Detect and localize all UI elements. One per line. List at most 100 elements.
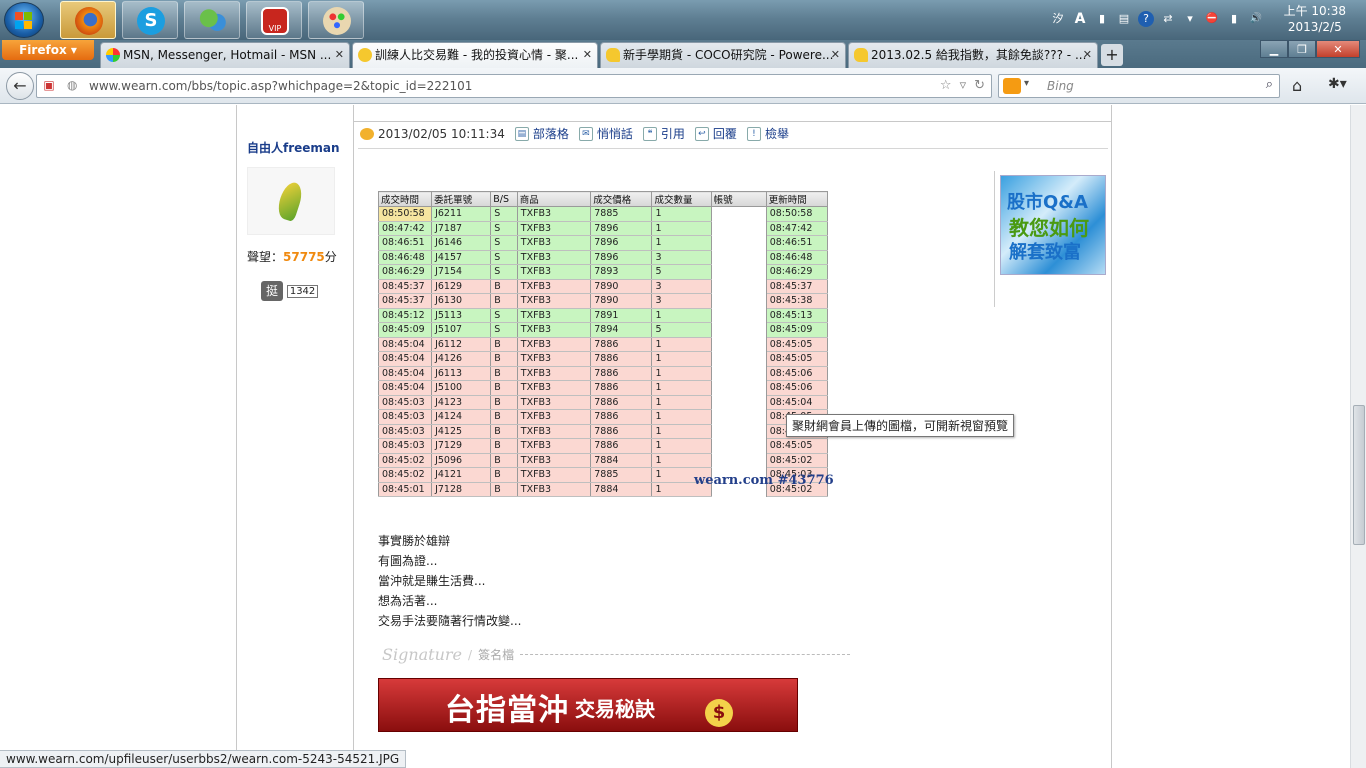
reload-icon[interactable]: ↻ (974, 78, 985, 93)
post-header: 2013/02/05 10:11:34 ▤ 部落格 ✉ 悄悄話 ❝ 引用 ↩ 回覆 ! 檢… (360, 125, 789, 142)
account-cell (710, 308, 767, 323)
minimize-button[interactable]: ▁ (1260, 40, 1288, 58)
blog-link[interactable]: 部落格 (533, 125, 569, 142)
chevron-down-icon[interactable]: ▾ (1182, 11, 1198, 27)
table-cell: J6130 (431, 293, 492, 309)
keyboard-icon[interactable]: ▤ (1116, 11, 1132, 27)
signature-label: 簽名檔 (478, 648, 515, 662)
account-cell (710, 221, 767, 236)
bing-engine-icon[interactable] (1003, 78, 1021, 94)
table-cell: 1 (651, 366, 712, 381)
taskbar-paint[interactable] (308, 1, 364, 39)
table-cell: TXFB3 (516, 351, 592, 367)
close-icon[interactable]: ✕ (1083, 43, 1092, 67)
post-line: 交易手法要隨著行情改變... (378, 614, 522, 628)
table-row: 08:50:58 J6211 S TXFB3 7885 1 08:50:58 (377, 206, 829, 222)
table-cell: B (490, 380, 518, 396)
table-row: 08:45:37 J6130 B TXFB3 7890 3 08:45:38 (377, 293, 829, 309)
bookmark-star-icon[interactable]: ☆ (940, 78, 952, 93)
trade-record-image[interactable]: 成交時間 委託單號 B/S 商品 成交價格 成交數量 帳號 更新時間 08:50… (377, 191, 829, 497)
table-cell: TXFB3 (516, 221, 592, 236)
table-row: 08:46:29 J7154 S TXFB3 7893 5 08:46:29 (377, 264, 829, 280)
search-icon[interactable]: ⌕ (1266, 77, 1273, 92)
table-cell: 08:45:01 (377, 482, 433, 497)
message-icon: ✉ (578, 126, 593, 141)
table-row: 08:45:03 J7129 B TXFB3 7886 1 08:45:05 (377, 438, 829, 454)
signature-slash: / (468, 647, 473, 662)
author-column: 自由人freeman 聲望：57775分 挺 1342 (236, 105, 354, 768)
taskbar-messenger[interactable] (184, 1, 240, 39)
table-cell: TXFB3 (516, 409, 592, 425)
layout-icon[interactable]: ▮ (1094, 11, 1110, 27)
url-text[interactable]: www.wearn.com/bbs/topic.asp?whichpage=2&… (89, 79, 472, 93)
quote-icon: ❝ (642, 126, 657, 141)
volume-icon[interactable]: 🔊 (1248, 11, 1264, 27)
search-box[interactable]: ▾ Bing ⌕ (998, 74, 1280, 98)
vertical-scrollbar[interactable] (1350, 105, 1366, 768)
url-bar[interactable]: ▣ ◍ www.wearn.com/bbs/topic.asp?whichpag… (36, 74, 992, 98)
close-window-button[interactable]: ✕ (1316, 40, 1360, 58)
col-header: B/S (490, 191, 518, 207)
table-cell: 5 (651, 264, 712, 280)
image-watermark: wearn.com #43776 (694, 473, 834, 488)
report-link[interactable]: 檢舉 (765, 125, 789, 142)
font-a-icon[interactable]: A (1072, 11, 1088, 27)
help-icon[interactable]: ? (1138, 11, 1154, 27)
table-cell: TXFB3 (516, 467, 592, 483)
taskbar-vip-app[interactable]: VIP (246, 1, 302, 39)
table-cell: 08:45:37 (377, 293, 433, 309)
tab-msn[interactable]: MSN, Messenger, Hotmail - MSN ... ✕ (100, 42, 350, 68)
table-cell: 08:45:02 (377, 467, 433, 483)
signature-dashline (520, 654, 851, 655)
table-row: 08:45:04 J5100 B TXFB3 7886 1 08:45:06 (377, 380, 829, 396)
restore-button[interactable]: ❐ (1288, 40, 1316, 58)
table-cell: J7187 (431, 221, 492, 236)
browser-tab-strip: Firefox ▾ MSN, Messenger, Hotmail - MSN … (0, 40, 1366, 68)
author-name[interactable]: 自由人freeman (247, 139, 340, 156)
scrollbar-thumb[interactable] (1353, 405, 1365, 545)
table-row: 08:45:03J4124BTXFB37886108:45:05 (377, 409, 829, 425)
reply-link[interactable]: 回覆 (713, 125, 737, 142)
tab-wearn-topic[interactable]: 訓練人比交易難 - 我的投資心情 - 聚... ✕ (352, 42, 598, 68)
post-line: 事實勝於雄辯 (378, 534, 451, 548)
table-cell: 3 (651, 279, 712, 294)
table-cell: TXFB3 (516, 380, 592, 396)
close-icon[interactable]: ✕ (583, 43, 592, 67)
close-icon[interactable]: ✕ (831, 43, 840, 67)
table-cell: 08:45:03 (377, 395, 433, 410)
quote-link[interactable]: 引用 (661, 125, 685, 142)
tab-index[interactable]: 2013.02.5 給我指數，其餘免談??? - ... ✕ (848, 42, 1098, 68)
support-button[interactable]: 挺 (261, 281, 283, 301)
taskbar-clock[interactable]: 上午 10:38 2013/2/5 (1284, 3, 1346, 35)
engine-dropdown-icon[interactable]: ▾ (1024, 78, 1029, 89)
taskbar-skype[interactable]: S (122, 1, 178, 39)
signature-banner[interactable]: 台指當沖 交易秘訣 $ (378, 678, 798, 732)
table-row: 08:47:42 J7187 S TXFB3 7896 1 08:47:42 (377, 221, 829, 236)
start-button[interactable] (4, 2, 44, 38)
support-box: 挺 1342 (261, 281, 319, 301)
table-cell: 08:45:02 (377, 453, 433, 468)
bookmarks-menu-icon[interactable]: ✱▾ (1328, 76, 1347, 92)
table-cell: J5096 (431, 453, 492, 468)
whisper-link[interactable]: 悄悄話 (597, 125, 633, 142)
close-icon[interactable]: ✕ (335, 43, 344, 67)
taskbar-firefox[interactable] (60, 1, 116, 39)
power-icon[interactable]: ▮ (1226, 11, 1242, 27)
back-arrow-icon: ← (13, 76, 27, 95)
site-identity-icon[interactable]: ▣ (41, 78, 57, 94)
account-cell (710, 279, 767, 294)
stock-qa-ad[interactable]: 股市Q&A 教您如何 解套致富 (1000, 175, 1106, 275)
table-cell: J6146 (431, 235, 492, 251)
history-dropdown-icon[interactable]: ▿ (960, 78, 967, 93)
action-center-flag-icon[interactable]: ⛔ (1204, 11, 1220, 27)
table-cell: 08:50:58 (377, 206, 433, 222)
back-button[interactable]: ← (6, 72, 34, 100)
network-icon[interactable]: ⇄ (1160, 11, 1176, 27)
ad-divider (994, 171, 995, 307)
new-tab-button[interactable]: + (1101, 44, 1123, 66)
home-icon[interactable]: ⌂ (1292, 76, 1302, 95)
avatar[interactable] (247, 167, 335, 235)
input-method-icon[interactable]: 汐 (1050, 11, 1066, 27)
tab-coco[interactable]: 新手學期貨 - COCO研究院 - Powere... ✕ (600, 42, 846, 68)
firefox-menu-button[interactable]: Firefox ▾ (2, 40, 94, 60)
